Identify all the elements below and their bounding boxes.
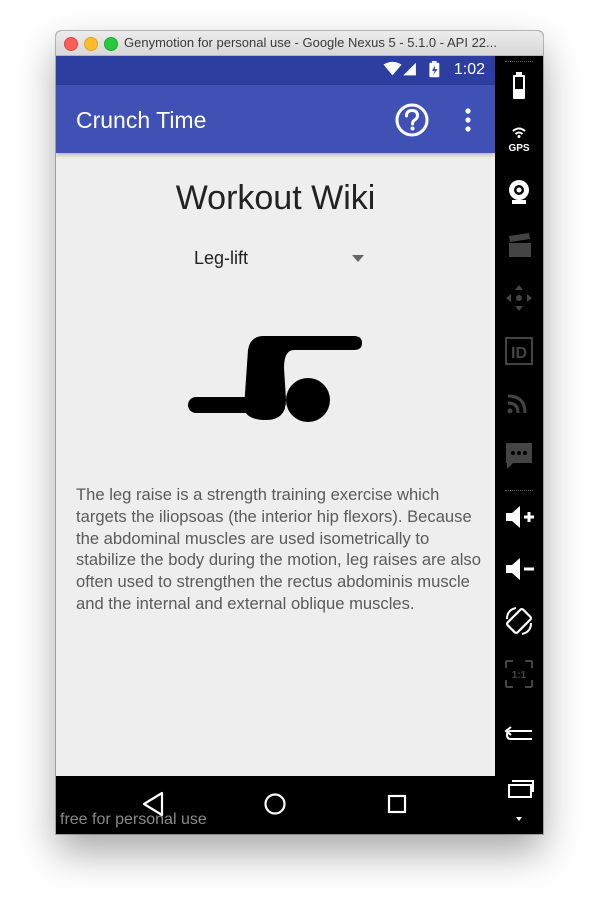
window-maximize-button[interactable] bbox=[104, 37, 118, 51]
android-back-icon[interactable] bbox=[503, 720, 535, 752]
gps-label: GPS bbox=[508, 143, 529, 154]
emulator-toolbar: GPS ID 1:1 bbox=[495, 56, 543, 834]
window-title: Genymotion for personal use - Google Nex… bbox=[124, 35, 497, 50]
wifi-icon bbox=[383, 61, 402, 76]
help-icon[interactable] bbox=[394, 102, 430, 138]
exercise-spinner[interactable]: Leg-lift bbox=[186, 246, 366, 274]
leg-lift-illustration-icon bbox=[188, 336, 362, 422]
overflow-menu-icon[interactable] bbox=[456, 105, 480, 135]
toolbar-separator bbox=[505, 490, 533, 491]
device-id-icon[interactable]: ID bbox=[503, 335, 535, 367]
gps-widget-icon[interactable]: GPS bbox=[503, 122, 535, 154]
battery-widget-icon[interactable] bbox=[503, 70, 535, 102]
android-recents-icon[interactable] bbox=[503, 772, 535, 804]
rotate-screen-icon[interactable] bbox=[503, 605, 535, 637]
exercise-description: The leg raise is a strength training exe… bbox=[76, 485, 481, 613]
spinner-selected-value: Leg-lift bbox=[194, 248, 249, 268]
scroll-down-icon[interactable] bbox=[503, 811, 535, 827]
emulator-window: Genymotion for personal use - Google Nex… bbox=[56, 31, 543, 834]
window-close-button[interactable] bbox=[64, 37, 78, 51]
battery-icon bbox=[429, 61, 440, 78]
recents-icon[interactable] bbox=[381, 788, 413, 820]
status-bar: 1:02 bbox=[56, 56, 495, 85]
pixel-perfect-icon[interactable]: 1:1 bbox=[503, 658, 535, 690]
camera-widget-icon[interactable] bbox=[503, 176, 535, 208]
wiki-content: Workout Wiki Leg-lift The leg raise is a… bbox=[56, 153, 495, 806]
device-screen: 1:02 Crunch Time Workout Wiki Leg-lift T… bbox=[56, 56, 495, 834]
volume-down-icon[interactable] bbox=[503, 553, 535, 585]
watermark-text: free for personal use bbox=[60, 811, 207, 828]
window-titlebar: Genymotion for personal use - Google Nex… bbox=[56, 31, 543, 56]
page-title: Workout Wiki bbox=[175, 179, 376, 217]
move-arrows-icon[interactable] bbox=[503, 282, 535, 314]
app-bar: Crunch Time bbox=[56, 85, 495, 153]
app-title: Crunch Time bbox=[76, 107, 207, 133]
navigation-bar: free for personal use bbox=[56, 776, 495, 834]
window-minimize-button[interactable] bbox=[84, 37, 98, 51]
device-id-label: ID bbox=[511, 345, 527, 362]
status-time: 1:02 bbox=[453, 61, 485, 78]
toolbar-separator bbox=[505, 61, 533, 62]
cast-icon[interactable] bbox=[503, 386, 535, 418]
home-icon[interactable] bbox=[259, 788, 291, 820]
clapperboard-icon[interactable] bbox=[503, 229, 535, 261]
status-icons bbox=[383, 61, 440, 78]
signal-icon bbox=[403, 62, 416, 76]
volume-up-icon[interactable] bbox=[503, 501, 535, 533]
pixel-ratio-label: 1:1 bbox=[512, 670, 527, 681]
sms-icon[interactable] bbox=[503, 439, 535, 471]
dropdown-arrow-icon bbox=[352, 255, 364, 262]
